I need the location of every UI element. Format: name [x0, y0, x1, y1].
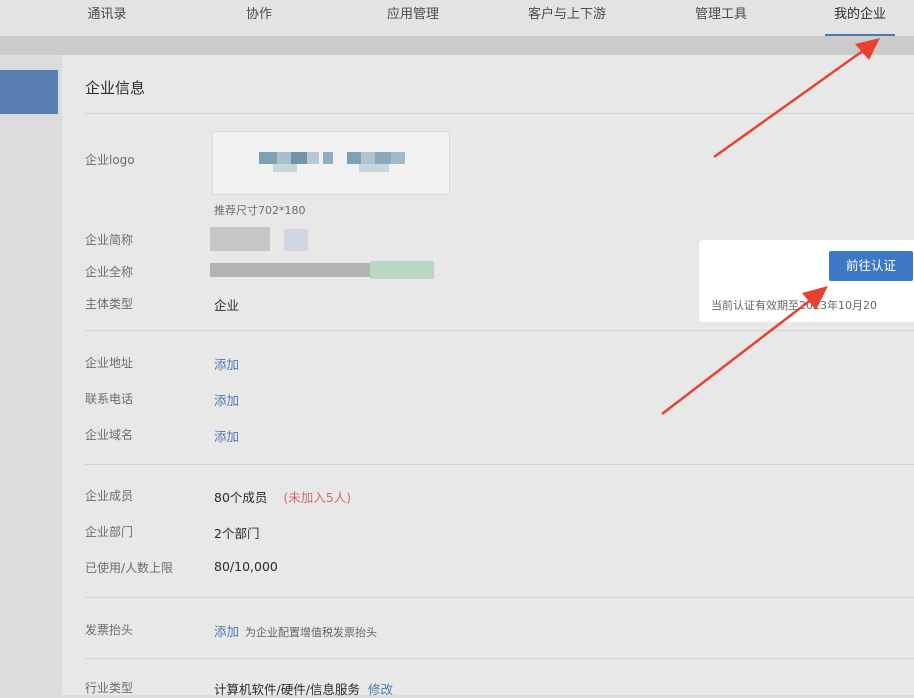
usage-label: 已使用/人数上限 — [85, 561, 174, 575]
page-title: 企业信息 — [85, 79, 146, 97]
full-name-value-blurred — [210, 263, 370, 277]
industry-label: 行业类型 — [85, 681, 134, 695]
departments-value[interactable]: 2个部门 — [214, 523, 259, 542]
divider — [85, 330, 914, 331]
divider — [85, 464, 914, 465]
divider — [85, 597, 914, 598]
verification-expiry-text: 当前认证有效期至2023年10月20 — [711, 299, 877, 312]
members-not-joined[interactable]: (未加入5人) — [283, 490, 351, 505]
short-name-value-blurred — [284, 229, 308, 251]
tab-collaboration[interactable]: 协作 — [243, 0, 275, 34]
add-phone-link[interactable]: 添加 — [214, 390, 239, 409]
invoice-hint: 为企业配置增值税发票抬头 — [245, 626, 378, 639]
entity-type-label: 主体类型 — [85, 297, 134, 311]
top-nav: 通讯录 协作 应用管理 客户与上下游 管理工具 我的企业 — [0, 0, 914, 37]
phone-label: 联系电话 — [85, 392, 134, 406]
company-logo-image[interactable] — [212, 131, 450, 195]
edit-industry-link[interactable]: 修改 — [368, 682, 393, 697]
verification-card: 前往认证 当前认证有效期至2023年10月20 — [699, 240, 914, 322]
invoice-label: 发票抬头 — [85, 623, 134, 637]
members-value: 80个成员 (未加入5人) — [214, 487, 351, 506]
full-name-label: 企业全称 — [85, 265, 134, 279]
departments-label: 企业部门 — [85, 525, 134, 539]
industry-value: 计算机软件/硬件/信息服务 修改 — [214, 679, 393, 698]
logo-size-hint: 推荐尺寸702*180 — [214, 204, 306, 217]
industry-text: 计算机软件/硬件/信息服务 — [214, 682, 360, 697]
domain-label: 企业域名 — [85, 428, 134, 442]
add-address-link[interactable]: 添加 — [214, 354, 239, 373]
add-domain-link[interactable]: 添加 — [214, 426, 239, 445]
usage-value: 80/10,000 — [214, 559, 278, 574]
add-invoice-link[interactable]: 添加 — [214, 624, 239, 639]
tab-contacts[interactable]: 通讯录 — [84, 0, 130, 34]
divider — [85, 113, 914, 114]
divider — [85, 658, 914, 659]
tab-app-management[interactable]: 应用管理 — [384, 0, 442, 34]
entity-type-value: 企业 — [214, 298, 240, 313]
address-label: 企业地址 — [85, 356, 134, 370]
header-band — [0, 37, 914, 55]
tab-customers-partners[interactable]: 客户与上下游 — [524, 0, 610, 34]
company-info-panel: 企业信息 企业logo 推荐尺寸702*180 企业简称 企业全称 主体类型 企… — [62, 55, 914, 698]
tab-admin-tools[interactable]: 管理工具 — [692, 0, 750, 34]
full-name-value-blurred — [370, 261, 434, 279]
sidebar-active-item[interactable] — [0, 70, 58, 114]
short-name-label: 企业简称 — [85, 233, 134, 247]
members-label: 企业成员 — [85, 489, 134, 503]
logo-label: 企业logo — [85, 153, 135, 167]
go-verify-button[interactable]: 前往认证 — [829, 251, 913, 281]
short-name-value-blurred — [210, 227, 270, 251]
members-count[interactable]: 80个成员 — [214, 490, 267, 505]
invoice-value: 添加 为企业配置增值税发票抬头 — [214, 621, 377, 640]
tab-my-company[interactable]: 我的企业 — [825, 0, 895, 36]
